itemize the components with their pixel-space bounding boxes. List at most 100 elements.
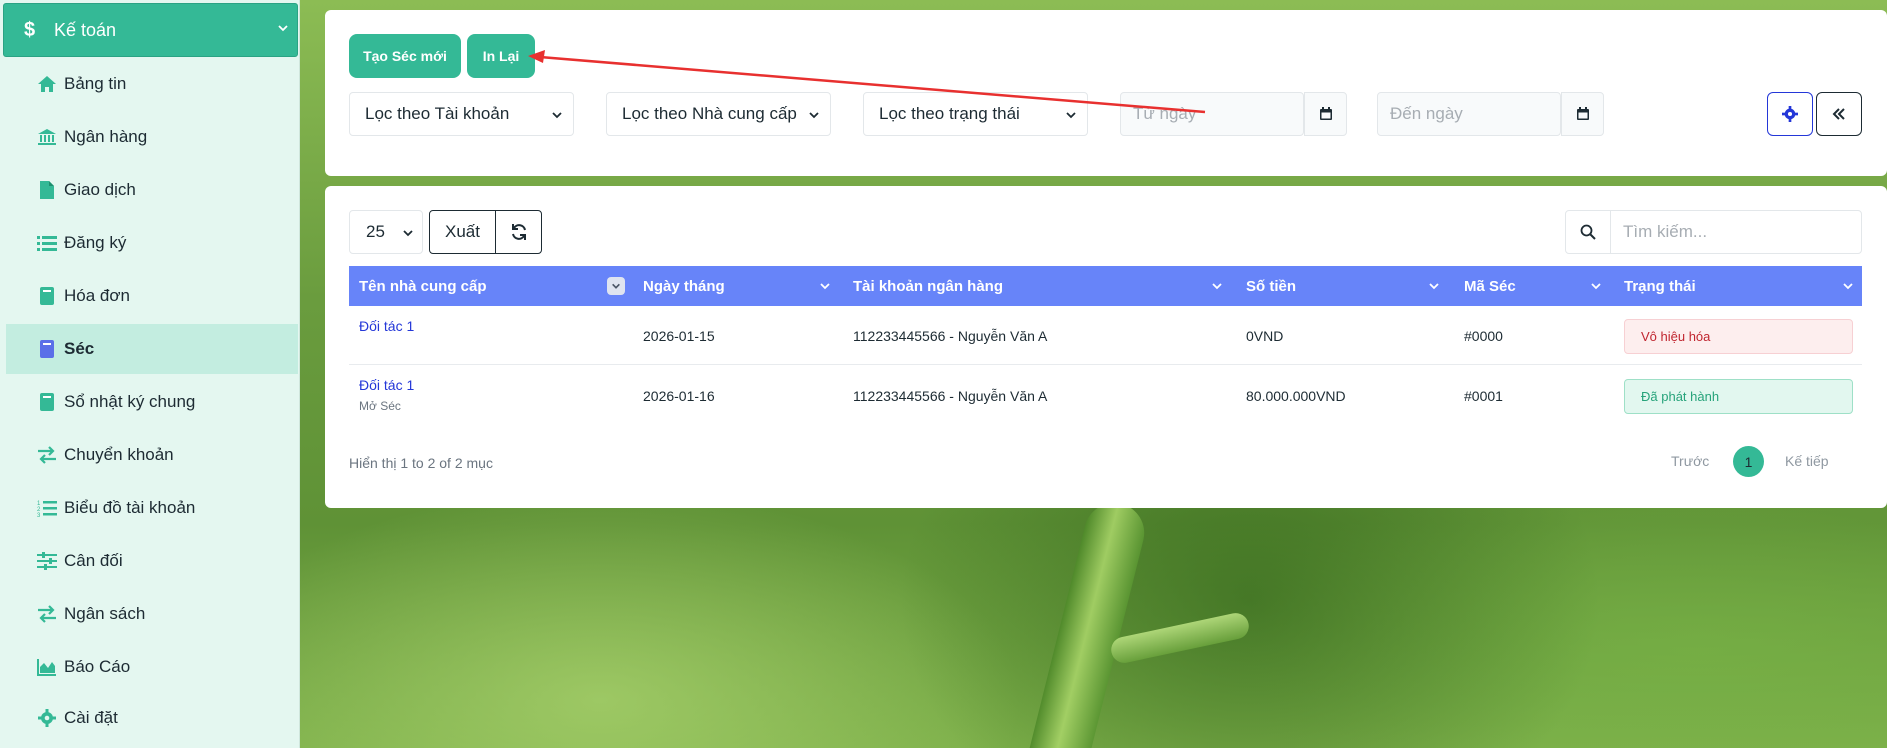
column-label: Ngày tháng	[643, 277, 725, 295]
exchange-icon	[36, 603, 58, 625]
file-icon	[36, 179, 58, 201]
chevron-down-icon	[612, 283, 620, 289]
refresh-button[interactable]	[495, 210, 542, 254]
supplier-cell: Đối tác 1	[359, 306, 414, 365]
page-size-select[interactable]: 25	[349, 210, 423, 254]
chevron-down-icon	[403, 230, 413, 237]
pagination-prev[interactable]: Trước	[1671, 453, 1709, 469]
column-label: Mã Séc	[1464, 277, 1516, 295]
supplier-link[interactable]: Đối tác 1	[359, 318, 414, 334]
supplier-link[interactable]: Đối tác 1	[359, 377, 414, 393]
from-date-calendar-button[interactable]	[1304, 92, 1347, 136]
gear-icon	[1782, 106, 1798, 122]
column-header-bank-account[interactable]: Tài khoản ngân hàng	[853, 266, 1003, 306]
check-code-cell: #0001	[1464, 387, 1503, 404]
sidebar-header-accounting[interactable]: $ Kế toán	[3, 3, 298, 57]
chevron-down-icon	[1429, 283, 1439, 290]
sidebar-item-dashboard[interactable]: Bảng tin	[6, 59, 298, 109]
sidebar-item-label: Biểu đồ tài khoản	[64, 498, 196, 517]
filter-supplier-label: Lọc theo Nhà cung cấp	[622, 104, 797, 123]
chevron-down-icon	[809, 112, 819, 119]
collapse-button[interactable]	[1816, 92, 1862, 136]
sidebar-item-label: Cân đối	[64, 551, 123, 570]
gear-icon	[36, 707, 58, 729]
to-date-input[interactable]: Đến ngày	[1377, 92, 1561, 136]
sidebar: $ Kế toán Bảng tin Ngân hàng Giao dịch Đ…	[0, 0, 300, 748]
status-badge: Đã phát hành	[1624, 379, 1853, 414]
sidebar-item-transfers[interactable]: Chuyển khoản	[6, 430, 298, 480]
calendar-icon	[1576, 107, 1589, 120]
table-header: Tên nhà cung cấp Ngày tháng Tài khoản ng…	[349, 266, 1862, 306]
column-label: Tên nhà cung cấp	[359, 277, 487, 295]
sidebar-item-chart-of-accounts[interactable]: 123 Biểu đồ tài khoản	[6, 483, 298, 533]
sidebar-header-label: Kế toán	[54, 19, 117, 40]
search-input[interactable]	[1611, 212, 1861, 252]
check-code-cell: #0000	[1464, 327, 1503, 344]
chevron-down-icon	[1212, 283, 1222, 290]
sidebar-item-label: Chuyển khoản	[64, 445, 174, 464]
column-header-check-code[interactable]: Mã Séc	[1464, 266, 1516, 306]
sidebar-item-bank[interactable]: Ngân hàng	[6, 112, 298, 162]
sidebar-item-subscriptions[interactable]: Đăng ký	[6, 218, 298, 268]
sidebar-item-balance[interactable]: Cân đối	[6, 536, 298, 586]
filter-status-label: Lọc theo trạng thái	[879, 104, 1020, 123]
sidebar-item-reports[interactable]: Báo Cáo	[6, 642, 298, 692]
sidebar-item-transactions[interactable]: Giao dịch	[6, 165, 298, 215]
book-icon	[36, 285, 58, 307]
filter-account-label: Lọc theo Tài khoản	[365, 104, 510, 123]
pagination-page-1[interactable]: 1	[1733, 446, 1764, 477]
sidebar-item-settings[interactable]: Cài đặt	[6, 693, 298, 743]
sidebar-item-label: Ngân hàng	[64, 127, 148, 146]
filter-account-select[interactable]: Lọc theo Tài khoản	[349, 92, 574, 136]
supplier-subtext: Mở Séc	[359, 399, 401, 413]
column-header-status[interactable]: Trạng thái	[1624, 266, 1696, 306]
sliders-icon	[36, 550, 58, 572]
list-icon	[36, 232, 58, 254]
sidebar-item-label: Giao dịch	[64, 180, 136, 199]
home-icon	[36, 73, 58, 95]
checks-table-card: 25 Xuất Tên nhà cung cấp Ngày tháng Tài …	[325, 186, 1887, 508]
sidebar-item-label: Cài đặt	[64, 708, 118, 727]
column-label: Tài khoản ngân hàng	[853, 277, 1004, 295]
to-date-calendar-button[interactable]	[1561, 92, 1604, 136]
column-header-supplier[interactable]: Tên nhà cung cấp	[359, 266, 487, 306]
column-label: Trạng thái	[1624, 277, 1696, 295]
filter-supplier-select[interactable]: Lọc theo Nhà cung cấp	[606, 92, 831, 136]
column-header-date[interactable]: Ngày tháng	[643, 266, 725, 306]
filter-status-select[interactable]: Lọc theo trạng thái	[863, 92, 1088, 136]
dollar-icon: $	[24, 18, 36, 41]
from-date-input[interactable]: Từ ngày	[1120, 92, 1304, 136]
column-label: Số tiền	[1246, 277, 1297, 295]
sidebar-item-label: Ngân sách	[64, 604, 146, 623]
sidebar-item-journal[interactable]: Sổ nhật ký chung	[6, 377, 298, 427]
sidebar-item-budget[interactable]: Ngân sách	[6, 589, 298, 639]
settings-button[interactable]	[1767, 92, 1813, 136]
supplier-cell: Đối tác 1 Mở Séc	[359, 366, 414, 425]
svg-text:3: 3	[37, 513, 41, 517]
reprint-button[interactable]: In Lại	[467, 34, 535, 78]
chevron-down-icon	[1591, 283, 1601, 290]
sidebar-item-label: Séc	[64, 339, 95, 358]
sidebar-item-label: Sổ nhật ký chung	[64, 392, 196, 411]
pagination-next[interactable]: Kế tiếp	[1785, 453, 1829, 469]
date-cell: 2026-01-16	[643, 387, 715, 404]
table-row: Đối tác 1 Mở Séc 2026-01-16 112233445566…	[349, 366, 1862, 425]
sidebar-item-invoices[interactable]: Hóa đơn	[6, 271, 298, 321]
amount-cell: 80.000.000VND	[1246, 387, 1346, 404]
calendar-icon	[1319, 107, 1332, 120]
bank-account-cell: 112233445566 - Nguyễn Văn A	[853, 327, 1048, 344]
book-icon	[36, 338, 58, 360]
refresh-icon	[511, 224, 526, 240]
column-header-amount[interactable]: Số tiền	[1246, 266, 1296, 306]
chevron-down-icon	[278, 25, 288, 32]
date-cell: 2026-01-15	[643, 327, 715, 344]
bank-icon	[36, 126, 58, 148]
pagination-info: Hiển thị 1 to 2 of 2 mục	[349, 455, 493, 471]
sidebar-item-label: Đăng ký	[64, 233, 127, 252]
double-chevron-left-icon	[1832, 108, 1845, 120]
export-button[interactable]: Xuất	[429, 210, 496, 254]
sidebar-item-checks[interactable]: Séc	[6, 324, 298, 374]
new-check-button[interactable]: Tạo Séc mới	[349, 34, 461, 78]
chevron-down-icon	[552, 112, 562, 119]
column-sort-toggle[interactable]	[607, 277, 625, 295]
